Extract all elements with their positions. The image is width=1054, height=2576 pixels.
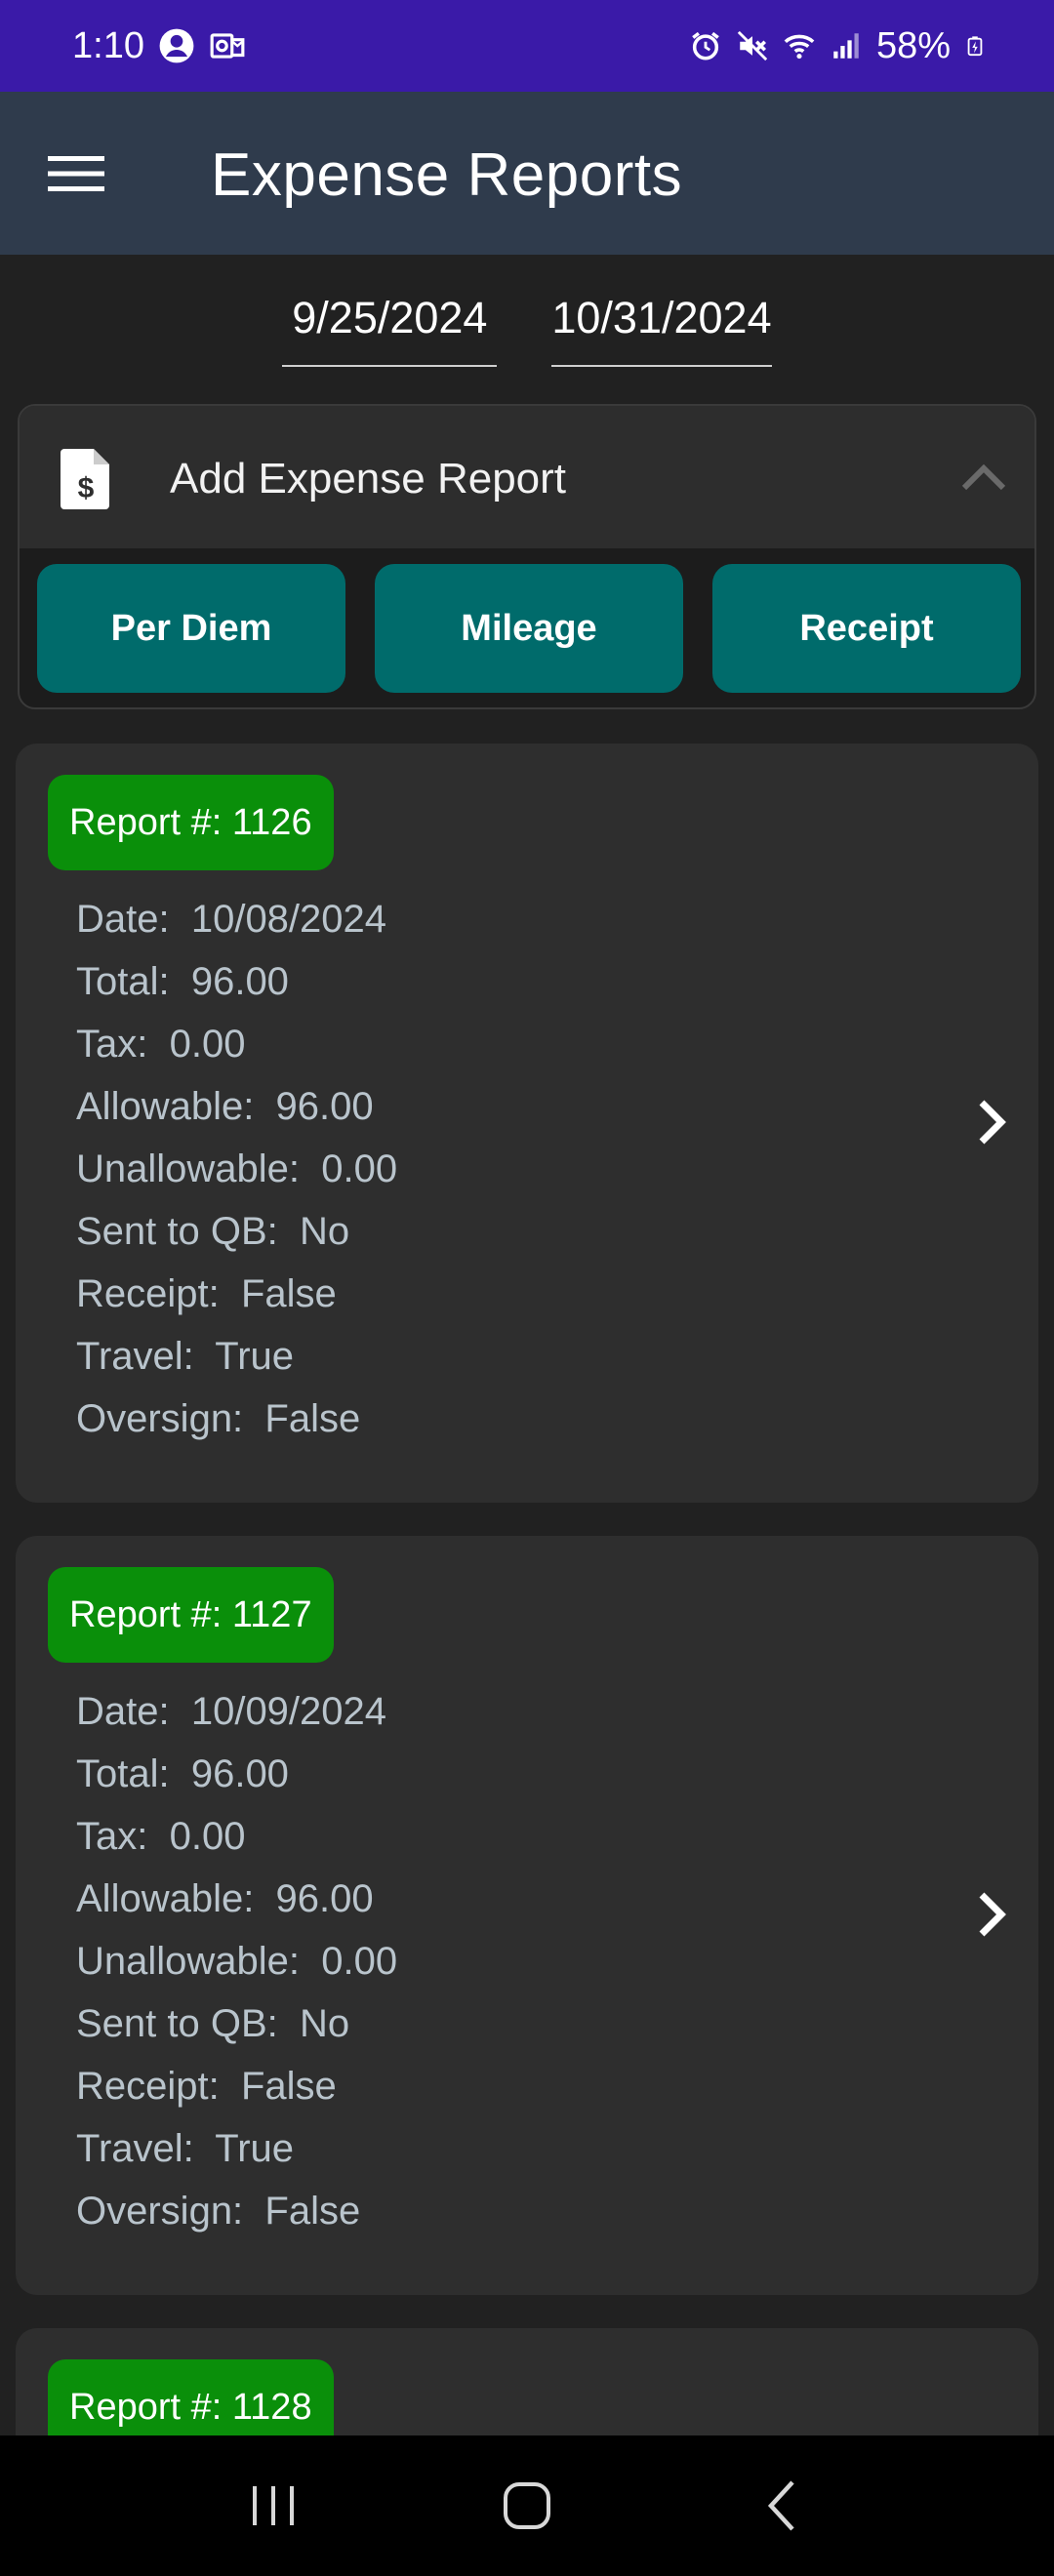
report-sent-to-qb: Sent to QB: No xyxy=(76,2002,350,2045)
per-diem-button[interactable]: Per Diem xyxy=(37,564,345,693)
outlook-icon xyxy=(210,33,245,59)
report-number-badge: Report #: 1127 xyxy=(48,1567,334,1663)
add-report-type-buttons: Per Diem Mileage Receipt xyxy=(37,564,1021,693)
alarm-icon xyxy=(692,31,719,60)
chevron-right-icon[interactable] xyxy=(972,1095,1011,1149)
report-tax: Tax: 0.00 xyxy=(76,1023,246,1066)
back-button[interactable] xyxy=(747,2472,815,2540)
report-details: Date: 10/08/2024 Total: 96.00 Tax: 0.00 … xyxy=(76,888,397,1450)
add-expense-report-panel: $ Add Expense Report Per Diem Mileage Re… xyxy=(18,404,1036,709)
report-oversign: Oversign: False xyxy=(76,1397,361,1440)
mileage-button[interactable]: Mileage xyxy=(375,564,683,693)
back-icon xyxy=(767,2480,794,2531)
report-sent-to-qb: Sent to QB: No xyxy=(76,1210,350,1253)
add-expense-report-title: Add Expense Report xyxy=(170,455,567,503)
report-date: Date: 10/09/2024 xyxy=(76,1690,387,1733)
hamburger-menu-icon xyxy=(48,156,104,191)
report-number-badge: Report #: 1126 xyxy=(48,775,334,870)
status-time: 1:10 xyxy=(72,24,144,66)
home-button[interactable] xyxy=(493,2472,561,2540)
add-expense-report-header[interactable]: $ Add Expense Report xyxy=(20,406,1034,548)
report-unallowable: Unallowable: 0.00 xyxy=(76,1940,398,1983)
report-card[interactable]: Report #: 1126 Date: 10/08/2024 Total: 9… xyxy=(16,744,1038,1503)
chevron-up-icon[interactable] xyxy=(956,457,1011,496)
report-travel: Travel: True xyxy=(76,2127,295,2170)
date-range: 9/25/2024 10/31/2024 xyxy=(0,293,1054,367)
report-oversign: Oversign: False xyxy=(76,2190,361,2233)
report-unallowable: Unallowable: 0.00 xyxy=(76,1147,398,1190)
report-details: Date: 10/09/2024 Total: 96.00 Tax: 0.00 … xyxy=(76,1680,397,2242)
battery-percent: 58% xyxy=(875,24,951,66)
status-right: 58% xyxy=(689,25,986,67)
report-total: Total: 96.00 xyxy=(76,960,289,1003)
report-allowable: Allowable: 96.00 xyxy=(76,1085,374,1128)
app-bar: Expense Reports xyxy=(0,92,1054,255)
end-date-field[interactable]: 10/31/2024 xyxy=(551,293,772,367)
battery-icon xyxy=(967,36,983,57)
recents-button[interactable] xyxy=(239,2472,307,2540)
start-date-field[interactable]: 9/25/2024 xyxy=(282,293,498,367)
receipt-button[interactable]: Receipt xyxy=(712,564,1021,693)
menu-button[interactable] xyxy=(45,142,107,205)
report-card[interactable]: Report #: 1128 xyxy=(16,2328,1038,2455)
mute-icon xyxy=(737,30,768,61)
home-icon xyxy=(504,2482,550,2529)
chevron-right-icon[interactable] xyxy=(972,1887,1011,1942)
report-date: Date: 10/08/2024 xyxy=(76,898,387,941)
page-title: Expense Reports xyxy=(211,141,683,209)
status-left: 1:10 xyxy=(72,25,246,67)
account-circle-icon xyxy=(159,28,194,63)
signal-icon xyxy=(833,33,859,59)
report-tax: Tax: 0.00 xyxy=(76,1815,246,1858)
recents-icon xyxy=(253,2486,294,2525)
report-travel: Travel: True xyxy=(76,1335,295,1378)
report-receipt: Receipt: False xyxy=(76,1272,337,1315)
report-allowable: Allowable: 96.00 xyxy=(76,1877,374,1920)
report-total: Total: 96.00 xyxy=(76,1752,289,1795)
svg-text:$: $ xyxy=(78,472,95,504)
wifi-icon xyxy=(784,34,815,60)
status-bar: 1:10 58% xyxy=(0,0,1054,92)
report-card[interactable]: Report #: 1127 Date: 10/09/2024 Total: 9… xyxy=(16,1536,1038,2295)
receipt-dollar-icon: $ xyxy=(61,449,109,509)
system-nav-bar xyxy=(0,2435,1054,2576)
report-receipt: Receipt: False xyxy=(76,2065,337,2108)
